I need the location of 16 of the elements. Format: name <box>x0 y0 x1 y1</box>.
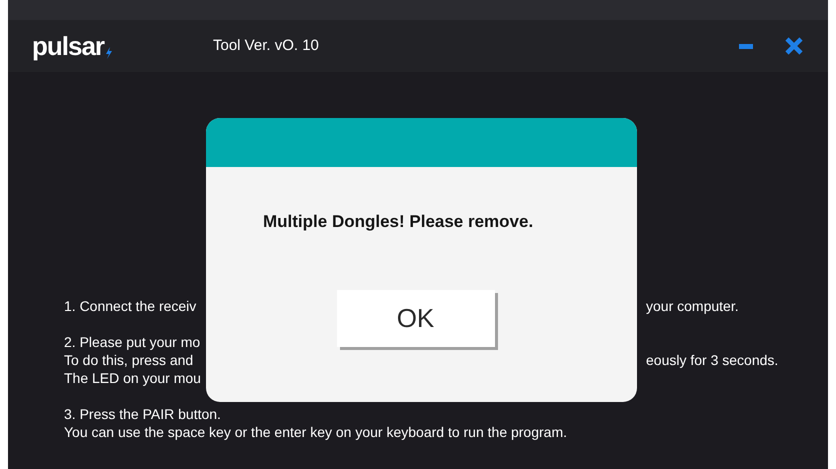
close-button[interactable] <box>784 36 804 56</box>
instruction-text: You can use the space key or the enter key on your keyboard to run the program. <box>64 423 568 441</box>
instruction-text: 3. Press the PAIR button. <box>64 405 221 423</box>
instruction-text: 2. Please put your mo <box>64 333 200 351</box>
instruction-text: your computer. <box>646 297 739 315</box>
instruction-text: 1. Connect the receiv <box>64 297 198 315</box>
window-title: Tool Ver. vO. 10 <box>213 36 319 56</box>
instruction-text: eously for 3 seconds. <box>646 351 778 369</box>
minimize-icon <box>739 44 753 48</box>
dialog-message: Multiple Dongles! Please remove. <box>263 211 534 233</box>
bolt-icon <box>105 47 114 59</box>
ok-button[interactable]: OK <box>336 290 494 346</box>
close-icon <box>784 36 804 56</box>
instruction-text: The LED on your mou <box>64 369 201 387</box>
logo-text: pulsar <box>32 33 104 59</box>
instruction-text: To do this, press and <box>64 351 194 369</box>
